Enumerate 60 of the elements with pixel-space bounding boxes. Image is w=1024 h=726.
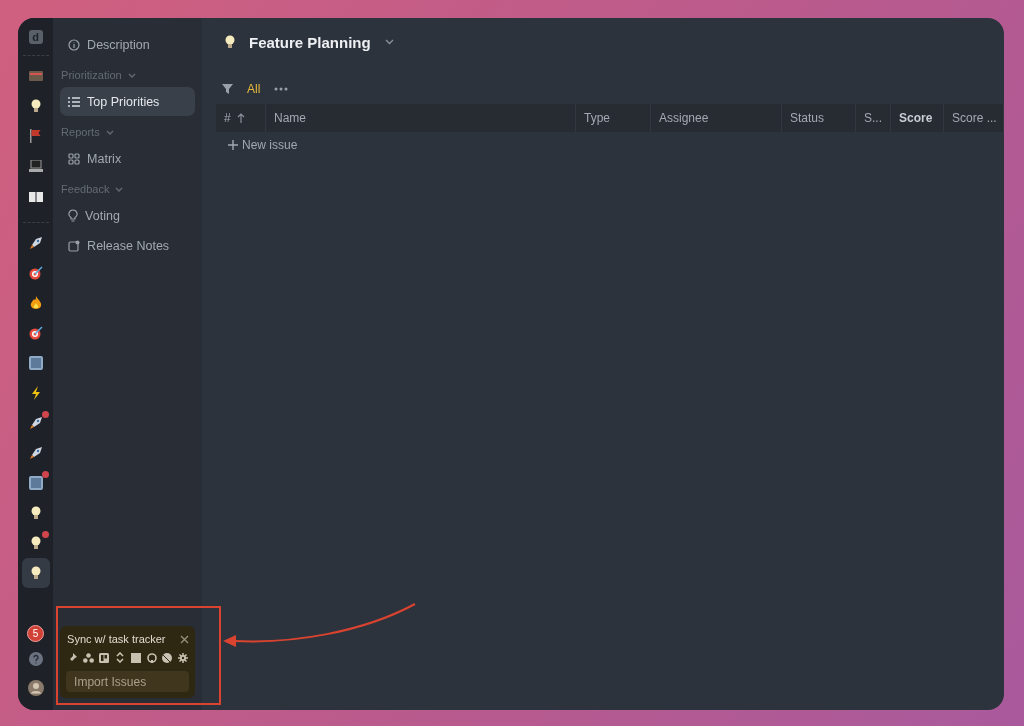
flag-icon (28, 129, 43, 143)
chevron-down-icon[interactable] (127, 72, 136, 78)
lightning-icon (30, 386, 41, 400)
chevron-down-icon[interactable] (105, 129, 114, 135)
square-icon[interactable] (130, 652, 141, 663)
chevron-down-icon[interactable] (115, 186, 124, 192)
column-header[interactable]: Score ... (952, 111, 997, 125)
lightbulb-icon (30, 536, 41, 550)
chevron-down-icon[interactable] (384, 39, 394, 45)
target-icon (28, 266, 43, 280)
list-icon (68, 96, 81, 107)
settings-icon[interactable] (177, 652, 188, 663)
sidebar-item[interactable]: Voting (60, 201, 195, 230)
ball-icon[interactable] (162, 652, 173, 663)
column-header[interactable]: Status (790, 111, 825, 125)
lightbulb-icon (30, 99, 41, 113)
column-header[interactable]: Score (899, 111, 933, 125)
board-icon[interactable] (99, 652, 110, 663)
numbers-icon (28, 476, 43, 490)
lightbulb-icon (68, 209, 79, 222)
rocket-icon (28, 236, 43, 250)
sidebar-item[interactable]: Matrix (60, 144, 195, 173)
close-icon[interactable] (180, 634, 189, 644)
sidebar-item[interactable]: Top Priorities (60, 87, 195, 116)
info-icon (68, 38, 81, 51)
rocket-icon (28, 446, 43, 460)
flame-icon (29, 296, 42, 310)
grid-icon (68, 152, 81, 165)
view-tab[interactable]: All (247, 80, 261, 98)
filter-icon[interactable] (222, 84, 233, 94)
notes-icon (68, 239, 81, 252)
notification-count[interactable]: 5 (27, 625, 45, 642)
workspace-item[interactable] (21, 558, 50, 588)
book-icon (28, 190, 43, 202)
plus-icon (228, 140, 238, 150)
sidebar-item[interactable]: Release Notes (60, 231, 195, 260)
card-title: Sync w/ task tracker (67, 633, 166, 645)
more-icon[interactable] (274, 87, 289, 91)
sort-arrow-icon[interactable] (236, 113, 245, 123)
laptop-icon (28, 160, 43, 172)
lightbulb-icon (30, 506, 41, 520)
help-icon[interactable] (28, 652, 43, 666)
column-header[interactable]: Assignee (659, 111, 709, 125)
column-header[interactable]: S... (864, 111, 882, 125)
avatar-icon[interactable] (27, 680, 44, 696)
three-dots-icon[interactable] (82, 652, 94, 663)
lightbulb-icon (225, 35, 235, 49)
sidebar-item[interactable]: Description (60, 30, 195, 59)
import-issues-button[interactable]: Import Issues (66, 671, 189, 692)
new-issue-button[interactable]: New issue (216, 132, 310, 158)
chevrons-icon[interactable] (115, 652, 126, 663)
column-header[interactable]: # (224, 111, 231, 125)
lightbulb-icon (30, 566, 41, 580)
column-header[interactable]: Type (584, 111, 610, 125)
rocket-icon (28, 416, 43, 430)
numbers-icon (28, 356, 43, 370)
card-icon (28, 70, 43, 82)
page-title: Feature Planning (249, 33, 371, 51)
column-header[interactable]: Name (274, 111, 306, 125)
target-icon (28, 326, 43, 340)
